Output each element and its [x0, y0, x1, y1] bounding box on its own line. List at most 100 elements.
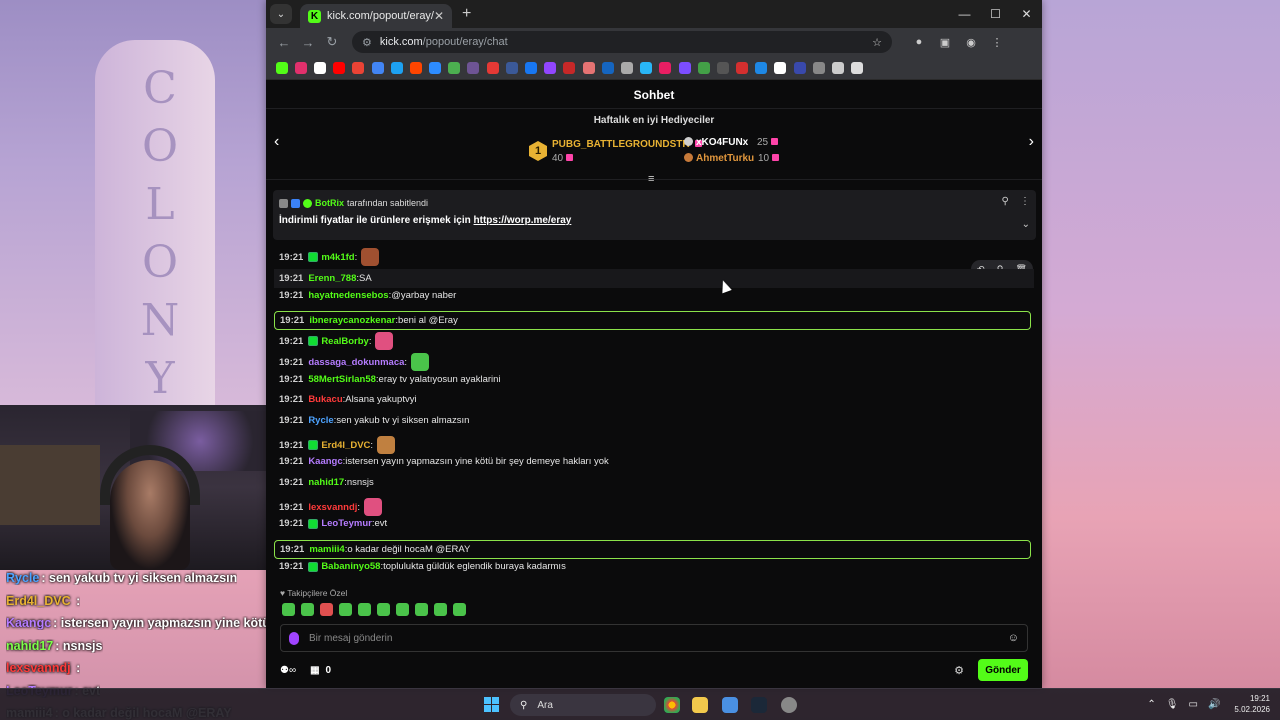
emote-icon[interactable] [301, 603, 314, 616]
mic-icon[interactable] [289, 631, 299, 645]
pin-icon[interactable]: ⚲ [1002, 196, 1009, 207]
emote-icon[interactable] [282, 603, 295, 616]
bookmark-icon[interactable] [409, 61, 422, 74]
message-username[interactable]: Erd4l_DVC [321, 440, 370, 451]
bookmark-icon[interactable] [774, 61, 787, 74]
bookmark-icon[interactable] [601, 61, 614, 74]
bookmark-icon[interactable] [429, 61, 442, 74]
message-username[interactable]: ibneraycanozkenar [309, 315, 395, 326]
emote-icon[interactable] [396, 603, 409, 616]
second-gifter-name[interactable]: xKO4FUNx [684, 137, 748, 148]
profile-avatar-icon[interactable]: ◉ [958, 36, 984, 49]
bookmark-icon[interactable] [563, 61, 576, 74]
bookmark-icon[interactable] [313, 61, 326, 74]
message-username[interactable]: Babaninyo58 [321, 561, 380, 572]
bookmark-icon[interactable] [544, 61, 557, 74]
emote-icon[interactable] [434, 603, 447, 616]
bookmark-icon[interactable] [505, 61, 518, 74]
message-username[interactable]: 58MertSirlan58 [308, 374, 376, 385]
bookmark-icon[interactable] [371, 61, 384, 74]
bookmark-icon[interactable] [582, 61, 595, 74]
message-username[interactable]: RealBorby [321, 336, 369, 347]
bookmark-icon[interactable] [659, 61, 672, 74]
forward-icon[interactable]: → [296, 35, 320, 50]
expand-chevron-icon[interactable]: ⌄ [1022, 219, 1030, 230]
bookmark-icon[interactable] [333, 61, 346, 74]
message-username[interactable]: Bukacu [308, 394, 342, 405]
browser-tab[interactable]: K kick.com/popout/eray/chat ✕ [300, 4, 452, 28]
microphone-icon[interactable]: 🎙 [1166, 699, 1179, 710]
message-username[interactable]: mamiii4 [309, 544, 344, 555]
maximize-icon[interactable]: ☐ [980, 0, 1011, 28]
bookmark-icon[interactable] [448, 61, 461, 74]
bookmark-icon[interactable] [755, 61, 768, 74]
message-username[interactable]: m4k1fd [321, 252, 354, 263]
windows-start-icon[interactable] [484, 697, 500, 713]
bookmark-icon[interactable] [793, 61, 806, 74]
bookmark-icon[interactable] [812, 61, 825, 74]
emote-icon[interactable] [377, 603, 390, 616]
settings-gear-icon[interactable]: ⚙ [954, 664, 964, 677]
file-explorer-icon[interactable] [692, 697, 708, 713]
emote-icon[interactable] [453, 603, 466, 616]
app-icon[interactable] [722, 697, 738, 713]
extension-icon[interactable]: ● [906, 36, 932, 48]
points-icon[interactable]: ▦ [310, 665, 319, 676]
back-icon[interactable]: ← [272, 35, 296, 50]
message-input[interactable]: Bir mesaj gönderin ☺ [280, 624, 1028, 652]
emote-icon[interactable] [415, 603, 428, 616]
bookmark-star-icon[interactable]: ☆ [872, 36, 882, 49]
bookmark-icon[interactable] [352, 61, 365, 74]
bookmark-icon[interactable] [620, 61, 633, 74]
top-gifter-name[interactable]: PUBG_BATTLEGROUNDSTR [552, 139, 703, 150]
bookmark-icon[interactable] [467, 61, 480, 74]
emote-icon[interactable] [358, 603, 371, 616]
app-icon[interactable] [781, 697, 797, 713]
chevron-up-icon[interactable]: ⌃ [1147, 699, 1155, 710]
message-username[interactable]: LeoTeymur [321, 518, 372, 529]
volume-icon[interactable]: 🔊 [1208, 699, 1220, 710]
bookmark-icon[interactable] [851, 61, 864, 74]
emoji-icon[interactable]: ☺ [1008, 632, 1019, 644]
message-username[interactable]: Kaangc [308, 456, 342, 467]
clock[interactable]: 19:21 5.02.2026 [1234, 693, 1270, 715]
bookmark-icon[interactable] [275, 61, 288, 74]
message-username[interactable]: Erenn_788 [308, 273, 356, 284]
new-tab-icon[interactable]: + [462, 5, 471, 23]
close-tab-icon[interactable]: ✕ [434, 9, 444, 23]
bookmark-icon[interactable] [736, 61, 749, 74]
pinned-link[interactable]: https://worp.me/eray [474, 215, 572, 226]
bookmark-icon[interactable] [678, 61, 691, 74]
emote-icon[interactable] [339, 603, 352, 616]
steam-icon[interactable] [751, 697, 767, 713]
previous-arrow-icon[interactable]: ‹ [274, 133, 279, 151]
send-button[interactable]: Gönder [978, 659, 1028, 681]
message-username[interactable]: nahid17 [308, 477, 344, 488]
chrome-icon[interactable] [664, 697, 680, 713]
more-options-icon[interactable]: ⋮ [1020, 196, 1030, 207]
site-info-icon[interactable]: ⚙ [362, 36, 372, 49]
close-window-icon[interactable]: ✕ [1011, 0, 1042, 28]
display-icon[interactable]: ▭ [1189, 699, 1198, 710]
bookmark-icon[interactable] [525, 61, 538, 74]
url-field[interactable]: ⚙ kick.com/popout/eray/chat ☆ [352, 31, 892, 53]
message-username[interactable]: dassaga_dokunmaca [308, 357, 404, 368]
tab-search-button[interactable]: ⌄ [270, 4, 292, 24]
taskbar-search[interactable]: ⚲ Ara [510, 694, 656, 716]
bookmark-icon[interactable] [697, 61, 710, 74]
bookmark-icon[interactable] [390, 61, 403, 74]
bookmark-icon[interactable] [640, 61, 653, 74]
message-username[interactable]: lexsvanndj [308, 502, 357, 513]
minimize-icon[interactable]: — [949, 0, 980, 28]
bookmark-icon[interactable] [486, 61, 499, 74]
channel-points-icon[interactable]: ⚉∞ [280, 665, 296, 676]
next-arrow-icon[interactable]: › [1029, 133, 1034, 151]
extensions-puzzle-icon[interactable]: ▣ [932, 36, 958, 49]
message-username[interactable]: hayatnedensebos [308, 290, 388, 301]
bookmark-icon[interactable] [832, 61, 845, 74]
third-gifter-name[interactable]: AhmetTurku [684, 153, 754, 164]
reload-icon[interactable]: ↻ [320, 34, 344, 50]
more-menu-icon[interactable]: ⋮ [984, 36, 1010, 49]
message-username[interactable]: Rycle [308, 415, 333, 426]
bookmark-icon[interactable] [716, 61, 729, 74]
